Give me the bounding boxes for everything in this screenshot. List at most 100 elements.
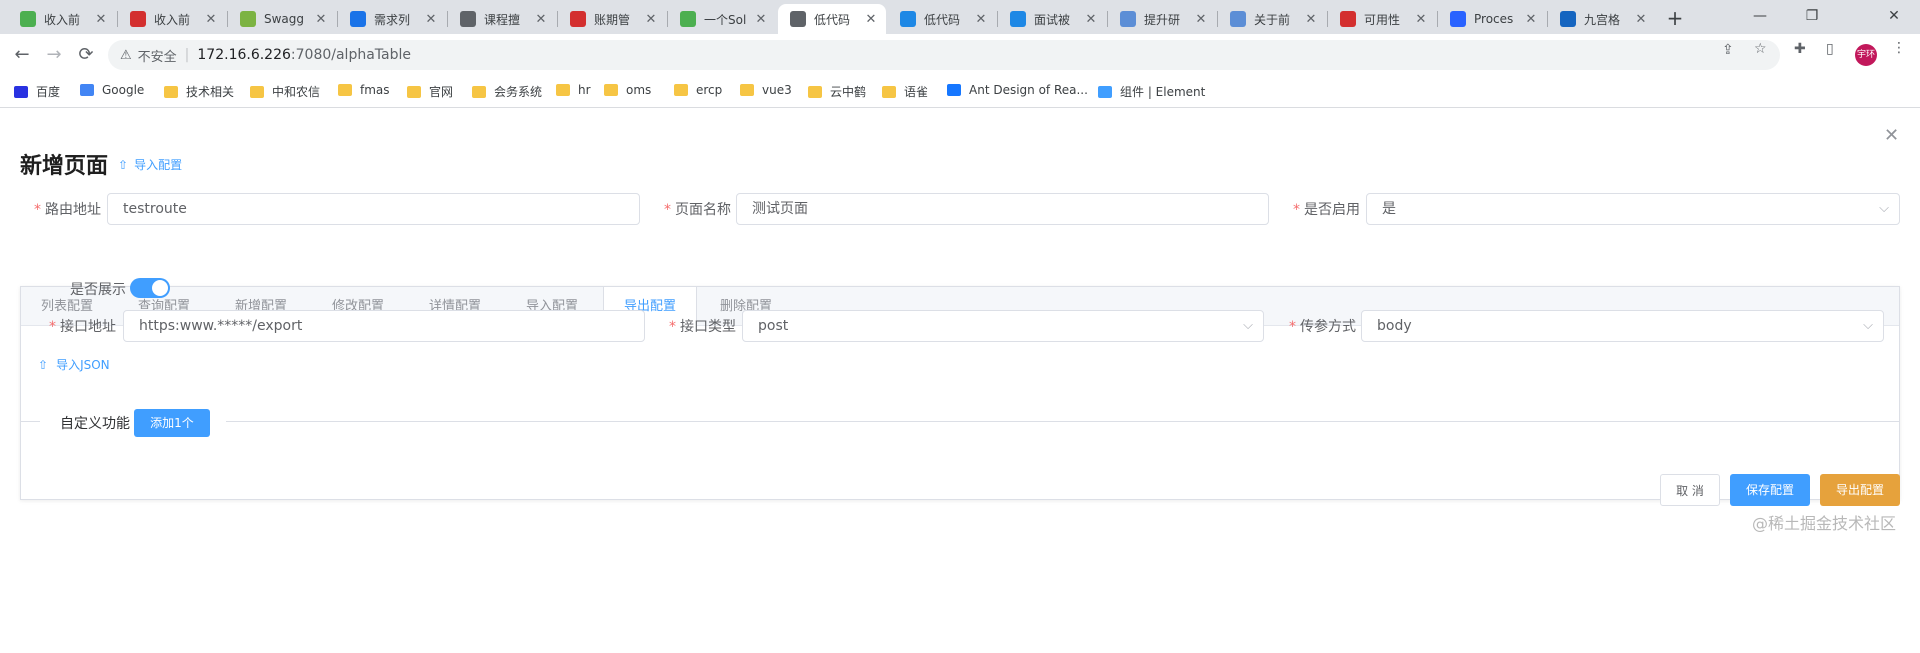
bookmark-label: fmas — [360, 83, 390, 97]
folder-icon — [407, 85, 421, 98]
tab-close-icon[interactable]: ✕ — [424, 12, 438, 27]
browser-tab[interactable]: Swagg ✕ — [228, 4, 336, 34]
browser-tab[interactable]: 面试被 ✕ — [998, 4, 1106, 34]
page-title: 新增页面 — [20, 154, 109, 179]
close-window-icon[interactable]: ✕ — [1874, 2, 1914, 30]
browser-tab[interactable]: 课程擅 ✕ — [448, 4, 556, 34]
api-type-select[interactable]: post ⌵ — [742, 310, 1264, 342]
restore-icon[interactable]: ❐ — [1792, 2, 1832, 30]
tab-close-icon[interactable]: ✕ — [1084, 12, 1098, 27]
profile-avatar[interactable]: 宇环 — [1855, 44, 1877, 66]
folder-icon — [808, 85, 822, 98]
google-icon — [80, 84, 94, 96]
browser-tab[interactable]: 低代码 ✕ — [888, 4, 996, 34]
tab-separator — [447, 11, 448, 27]
menu-icon[interactable]: ⋮ — [1892, 40, 1906, 56]
import-json-label: 导入JSON — [56, 358, 110, 372]
page-content: ✕ 新增页面 ⇧ 导入配置 * 路由地址 testroute * 页面名称 测试页面… — [0, 108, 1920, 653]
bookmark-item[interactable]: ercp — [674, 83, 722, 97]
tab-close-icon[interactable]: ✕ — [314, 12, 328, 27]
forward-icon[interactable]: → — [40, 42, 68, 68]
tab-close-icon[interactable]: ✕ — [1304, 12, 1318, 27]
browser-tab[interactable]: 关于前 ✕ — [1218, 4, 1326, 34]
export-config-button[interactable]: 导出配置 — [1820, 474, 1900, 506]
tab-title: 低代码 — [924, 12, 961, 27]
browser-tab[interactable]: 九宫格 ✕ — [1548, 4, 1656, 34]
tab-title: 课程擅 — [484, 12, 521, 27]
chevron-icon — [900, 11, 916, 27]
extensions-icon[interactable]: ✚ — [1794, 41, 1806, 57]
browser-tab[interactable]: 提升研 ✕ — [1108, 4, 1216, 34]
tab-close-icon[interactable]: ✕ — [1194, 12, 1208, 27]
back-icon[interactable]: ← — [8, 42, 36, 68]
tab-close-icon[interactable]: ✕ — [94, 12, 108, 27]
route-label: * 路由地址 — [34, 202, 101, 218]
add-custom-button[interactable]: 添加1个 — [134, 409, 210, 437]
bookmark-item[interactable]: 组件 | Element — [1098, 83, 1205, 100]
browser-tab[interactable]: 账期管 ✕ — [558, 4, 666, 34]
close-icon[interactable]: ✕ — [1884, 125, 1899, 146]
tab-close-icon[interactable]: ✕ — [1524, 12, 1538, 27]
upload-icon: ⇧ — [118, 157, 129, 172]
browser-tabstrip: 收入前 ✕ 收入前 ✕ Swagg ✕ 需求列 ✕ 课程擅 ✕ 账期管 ✕ 一个Sol ✕ 低代码 ✕ 低代码 ✕… — [0, 0, 1920, 34]
enabled-select[interactable]: 是 ⌵ — [1366, 193, 1900, 225]
bookmark-item[interactable]: hr — [556, 83, 591, 97]
bookmark-item[interactable]: Google — [80, 83, 144, 97]
api-input[interactable]: https:www.*****/export — [123, 310, 645, 342]
tab-close-icon[interactable]: ✕ — [1634, 12, 1648, 27]
tab-title: Proces — [1474, 12, 1514, 26]
share-icon[interactable]: ⇪ — [1722, 42, 1734, 58]
tab-title: 需求列 — [374, 12, 411, 27]
new-tab-button[interactable]: + — [1662, 6, 1688, 32]
bookmark-item[interactable]: 中和农信 — [250, 83, 320, 100]
bookmark-item[interactable]: 会务系统 — [472, 83, 542, 100]
tab-close-icon[interactable]: ✕ — [974, 12, 988, 27]
browser-tab[interactable]: 低代码 ✕ — [778, 4, 886, 34]
bookmark-item[interactable]: 官网 — [407, 83, 453, 100]
sidepanel-icon[interactable]: ▯ — [1826, 41, 1834, 57]
page-name-input[interactable]: 测试页面 — [736, 193, 1269, 225]
bookmark-item[interactable]: 百度 — [14, 83, 60, 100]
tab-close-icon[interactable]: ✕ — [534, 12, 548, 27]
tab-close-icon[interactable]: ✕ — [1414, 12, 1428, 27]
import-config-link[interactable]: ⇧ 导入配置 — [118, 156, 182, 173]
bookmark-label: oms — [626, 83, 652, 97]
tab-close-icon[interactable]: ✕ — [644, 12, 658, 27]
bookmark-item[interactable]: 云中鹤 — [808, 83, 866, 100]
bookmark-item[interactable]: Ant Design of Rea... — [947, 83, 1088, 97]
reload-icon[interactable]: ⟳ — [72, 42, 100, 68]
tab-close-icon[interactable]: ✕ — [204, 12, 218, 27]
enabled-select-value: 是 — [1382, 201, 1396, 217]
route-input[interactable]: testroute — [107, 193, 640, 225]
browser-tab[interactable]: 可用性 ✕ — [1328, 4, 1436, 34]
bookmark-item[interactable]: 技术相关 — [164, 83, 234, 100]
tab-title: 低代码 — [814, 12, 851, 27]
save-config-button[interactable]: 保存配置 — [1730, 474, 1810, 506]
show-toggle[interactable] — [130, 278, 170, 298]
tab-close-icon[interactable]: ✕ — [754, 12, 768, 27]
tab-title: Swagg — [264, 12, 305, 26]
browser-tab[interactable]: 一个Sol ✕ — [668, 4, 776, 34]
bookmark-item[interactable]: oms — [604, 83, 651, 97]
param-mode-select[interactable]: body ⌵ — [1361, 310, 1884, 342]
tab-separator — [557, 11, 558, 27]
bookmark-item[interactable]: vue3 — [740, 83, 792, 97]
bookmark-item[interactable]: 语雀 — [882, 83, 928, 100]
minimize-icon[interactable]: — — [1740, 2, 1780, 30]
folder-icon — [556, 84, 570, 96]
import-json-link[interactable]: ⇧ 导入JSON — [38, 356, 110, 373]
tab-close-icon[interactable]: ✕ — [864, 12, 878, 27]
browser-tab[interactable]: 需求列 ✕ — [338, 4, 446, 34]
browser-tab[interactable]: 收入前 ✕ — [8, 4, 116, 34]
circle-icon — [130, 11, 146, 27]
tab-separator — [337, 11, 338, 27]
browser-tab[interactable]: Proces ✕ — [1438, 4, 1546, 34]
gear-icon — [1230, 11, 1246, 27]
bookmark-item[interactable]: fmas — [338, 83, 390, 97]
divider-right — [226, 421, 1900, 422]
cancel-button[interactable]: 取 消 — [1660, 474, 1720, 506]
browser-tab[interactable]: 收入前 ✕ — [118, 4, 226, 34]
bookmark-star-icon[interactable]: ☆ — [1754, 41, 1767, 57]
address-bar[interactable]: ⚠ 不安全 | 172.16.6.226 :7080/alphaTable — [108, 40, 1780, 70]
tab-separator — [1437, 11, 1438, 27]
